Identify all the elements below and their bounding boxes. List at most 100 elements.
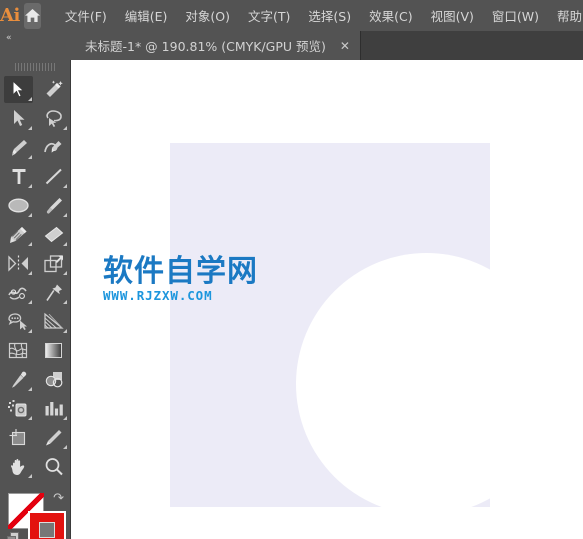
stroke-swatch-inner <box>39 522 55 538</box>
symbol-sprayer-icon <box>8 400 27 417</box>
home-button[interactable] <box>23 2 41 29</box>
chevron-double-left-icon[interactable]: « <box>6 34 11 43</box>
pen-nib-icon <box>11 140 27 156</box>
width-warp-icon <box>8 287 27 300</box>
tool-more-indicator <box>63 213 67 217</box>
slice-tool[interactable] <box>36 423 71 452</box>
symbol-sprayer-tool[interactable] <box>1 394 36 423</box>
pencil-icon <box>10 227 27 243</box>
stroke-swatch[interactable] <box>28 511 66 539</box>
tool-more-indicator <box>28 242 32 246</box>
canvas-area[interactable]: 软件自学网 WWW.RJZXW.COM <box>71 60 583 539</box>
curvature-tool[interactable] <box>36 133 71 162</box>
magnifier-icon <box>45 457 63 475</box>
magic-wand-icon <box>46 80 63 97</box>
paintbrush-icon <box>46 198 62 214</box>
arrow-solid-white-icon <box>12 80 25 98</box>
lasso-tool[interactable] <box>36 104 71 133</box>
column-graph-tool[interactable] <box>36 394 71 423</box>
arrow-filled-icon <box>14 110 25 126</box>
menu-select[interactable]: 选择(S) <box>299 2 360 29</box>
tool-more-indicator <box>63 184 67 188</box>
width-warp-tool[interactable] <box>1 278 36 307</box>
eraser-icon <box>44 226 63 243</box>
swap-arrow-icon[interactable]: ↷ <box>53 492 64 505</box>
tool-more-indicator <box>63 416 67 420</box>
document-tab-title: 未标题-1* @ 190.81% (CMYK/GPU 预览) <box>85 39 326 54</box>
blend-icon <box>45 372 63 388</box>
type-tool[interactable] <box>1 162 36 191</box>
tool-more-indicator <box>28 213 32 217</box>
watermark-chinese: 软件自学网 <box>103 254 258 289</box>
gradient-tool[interactable] <box>36 336 71 365</box>
hand-icon <box>10 458 24 475</box>
menu-effect[interactable]: 效果(C) <box>360 2 421 29</box>
menu-edit[interactable]: 编辑(E) <box>116 2 177 29</box>
mesh-tool[interactable] <box>1 336 36 365</box>
eraser-tool[interactable] <box>36 220 71 249</box>
menu-help[interactable]: 帮助(H) <box>548 2 583 29</box>
app-logo-icon: Ai <box>0 5 20 26</box>
menu-view[interactable]: 视图(V) <box>422 2 483 29</box>
blend-tool[interactable] <box>36 365 71 394</box>
mesh-icon <box>8 342 28 359</box>
perspective-grid-tool[interactable] <box>36 307 71 336</box>
line-segment-tool[interactable] <box>36 162 71 191</box>
ellipse-tool[interactable] <box>1 191 36 220</box>
shape-builder-icon <box>7 313 27 330</box>
fill-stroke-controls: ↷ <box>0 487 71 539</box>
tools-panel: ↷ <box>0 60 71 539</box>
tool-more-indicator <box>63 126 67 130</box>
tool-more-indicator <box>28 97 32 101</box>
free-transform-tool[interactable] <box>36 278 71 307</box>
slice-knife-icon <box>46 430 62 446</box>
panel-drag-handle[interactable] <box>15 63 55 71</box>
perspective-grid-icon <box>44 312 64 329</box>
magic-wand-tool[interactable] <box>36 75 71 104</box>
artboard-icon <box>9 429 25 446</box>
tool-more-indicator <box>28 184 32 188</box>
artboard-1[interactable] <box>170 143 557 515</box>
illustrator-window: Ai 文件(F) 编辑(E) 对象(O) 文字(T) 选择(S) 效果(C) 视… <box>0 0 583 539</box>
tool-more-indicator <box>28 387 32 391</box>
direct-selection-tool[interactable] <box>1 104 36 133</box>
curvature-icon <box>44 141 62 153</box>
ellipse-shape[interactable] <box>296 253 557 515</box>
document-tab[interactable]: 未标题-1* @ 190.81% (CMYK/GPU 预览) ✕ <box>71 31 361 60</box>
tool-more-indicator <box>63 271 67 275</box>
gradient-square-icon <box>45 343 62 358</box>
menu-object[interactable]: 对象(O) <box>176 2 239 29</box>
eyedropper-tool[interactable] <box>1 365 36 394</box>
type-T-icon <box>12 169 25 184</box>
zoom-tool[interactable] <box>36 452 71 481</box>
shaper-pencil-tool[interactable] <box>1 220 36 249</box>
reflect-icon <box>7 255 28 272</box>
shape-builder-tool[interactable] <box>1 307 36 336</box>
selection-tool[interactable] <box>1 75 36 104</box>
tool-more-indicator <box>28 126 32 130</box>
tool-more-indicator <box>28 329 32 333</box>
pen-tool[interactable] <box>1 133 36 162</box>
site-watermark: 软件自学网 WWW.RJZXW.COM <box>103 257 263 303</box>
menu-bar: Ai 文件(F) 编辑(E) 对象(O) 文字(T) 选择(S) 效果(C) 视… <box>0 0 583 31</box>
tool-more-indicator <box>28 300 32 304</box>
bar-graph-icon <box>45 402 63 416</box>
rotate-reflect-tool[interactable] <box>1 249 36 278</box>
close-icon[interactable]: ✕ <box>340 40 350 52</box>
default-fill-stroke-icon[interactable] <box>7 532 22 539</box>
tool-more-indicator <box>63 300 67 304</box>
hand-tool[interactable] <box>1 452 36 481</box>
ellipse-icon <box>7 198 29 213</box>
scale-tool[interactable] <box>36 249 71 278</box>
artboard-tool[interactable] <box>1 423 36 452</box>
tool-more-indicator <box>28 155 32 159</box>
menu-window[interactable]: 窗口(W) <box>483 2 548 29</box>
menu-file[interactable]: 文件(F) <box>56 2 116 29</box>
tool-more-indicator <box>63 445 67 449</box>
paintbrush-tool[interactable] <box>36 191 71 220</box>
tool-more-indicator <box>28 474 32 478</box>
tool-more-indicator <box>28 271 32 275</box>
scale-arrow-icon <box>43 255 63 273</box>
menu-text[interactable]: 文字(T) <box>239 2 299 29</box>
line-diagonal-icon <box>45 168 62 185</box>
